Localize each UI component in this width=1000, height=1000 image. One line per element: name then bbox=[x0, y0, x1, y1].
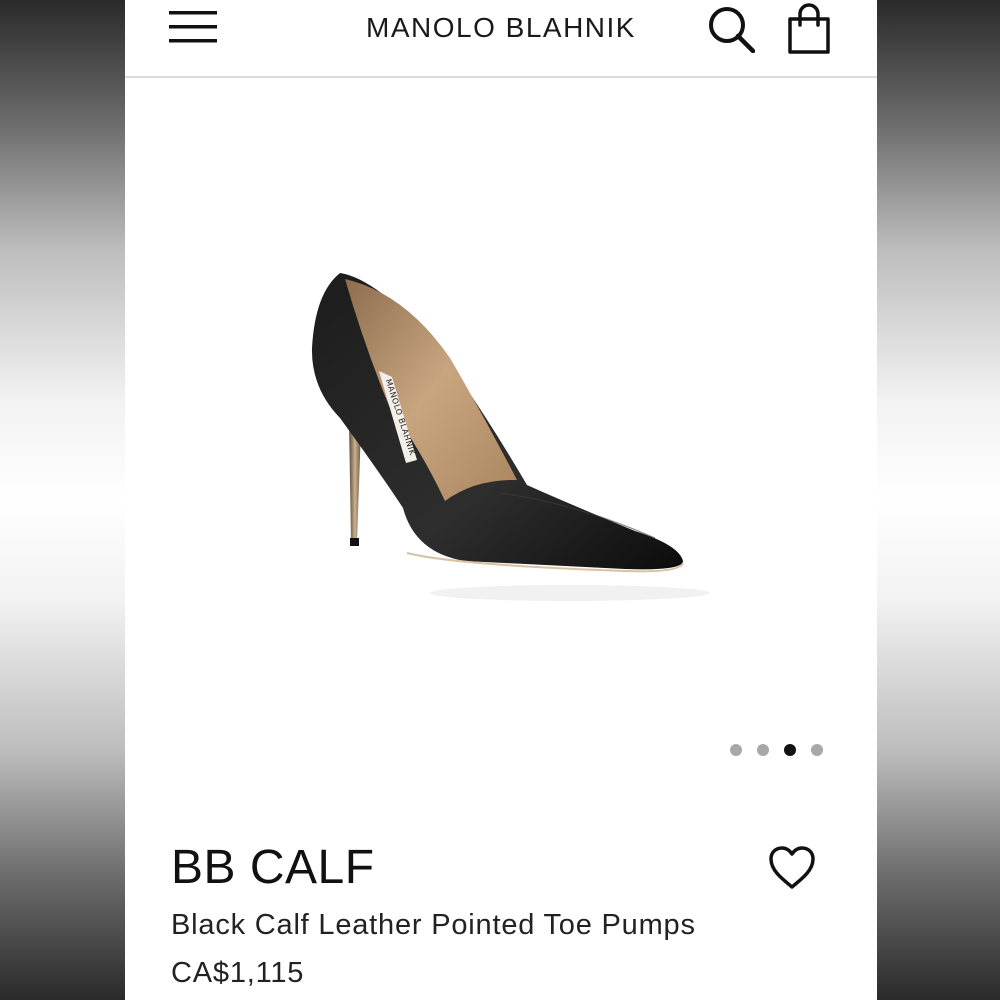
search-icon bbox=[709, 7, 756, 54]
right-blur-background bbox=[877, 0, 1000, 1000]
gallery-dot-3-active[interactable] bbox=[784, 744, 796, 756]
product-description: Black Calf Leather Pointed Toe Pumps bbox=[171, 909, 696, 941]
product-page: MANOLO BLAHNIK MANOLO BLAHNIK BB CALF Bl… bbox=[125, 0, 877, 1000]
gallery-pagination bbox=[730, 744, 823, 756]
add-to-wishlist-button[interactable] bbox=[767, 844, 817, 892]
product-image: MANOLO BLAHNIK bbox=[311, 273, 710, 601]
product-name: BB CALF bbox=[171, 841, 375, 894]
shopping-bag-button[interactable] bbox=[787, 3, 831, 55]
left-blur-background bbox=[0, 0, 125, 1000]
site-header: MANOLO BLAHNIK bbox=[125, 0, 877, 78]
gallery-dot-1[interactable] bbox=[730, 744, 742, 756]
gallery-dot-4[interactable] bbox=[811, 744, 823, 756]
brand-name[interactable]: MANOLO BLAHNIK bbox=[366, 12, 636, 43]
gallery-dot-2[interactable] bbox=[757, 744, 769, 756]
heart-icon bbox=[769, 846, 815, 889]
product-price: CA$1,115 bbox=[171, 957, 305, 989]
shopping-bag-icon bbox=[788, 3, 830, 54]
search-button[interactable] bbox=[707, 5, 756, 54]
brand-logo[interactable]: MANOLO BLAHNIK bbox=[125, 12, 877, 44]
product-image-gallery[interactable]: MANOLO BLAHNIK bbox=[125, 78, 877, 778]
screen-frame: MANOLO BLAHNIK MANOLO BLAHNIK BB CALF Bl… bbox=[0, 0, 1000, 1000]
